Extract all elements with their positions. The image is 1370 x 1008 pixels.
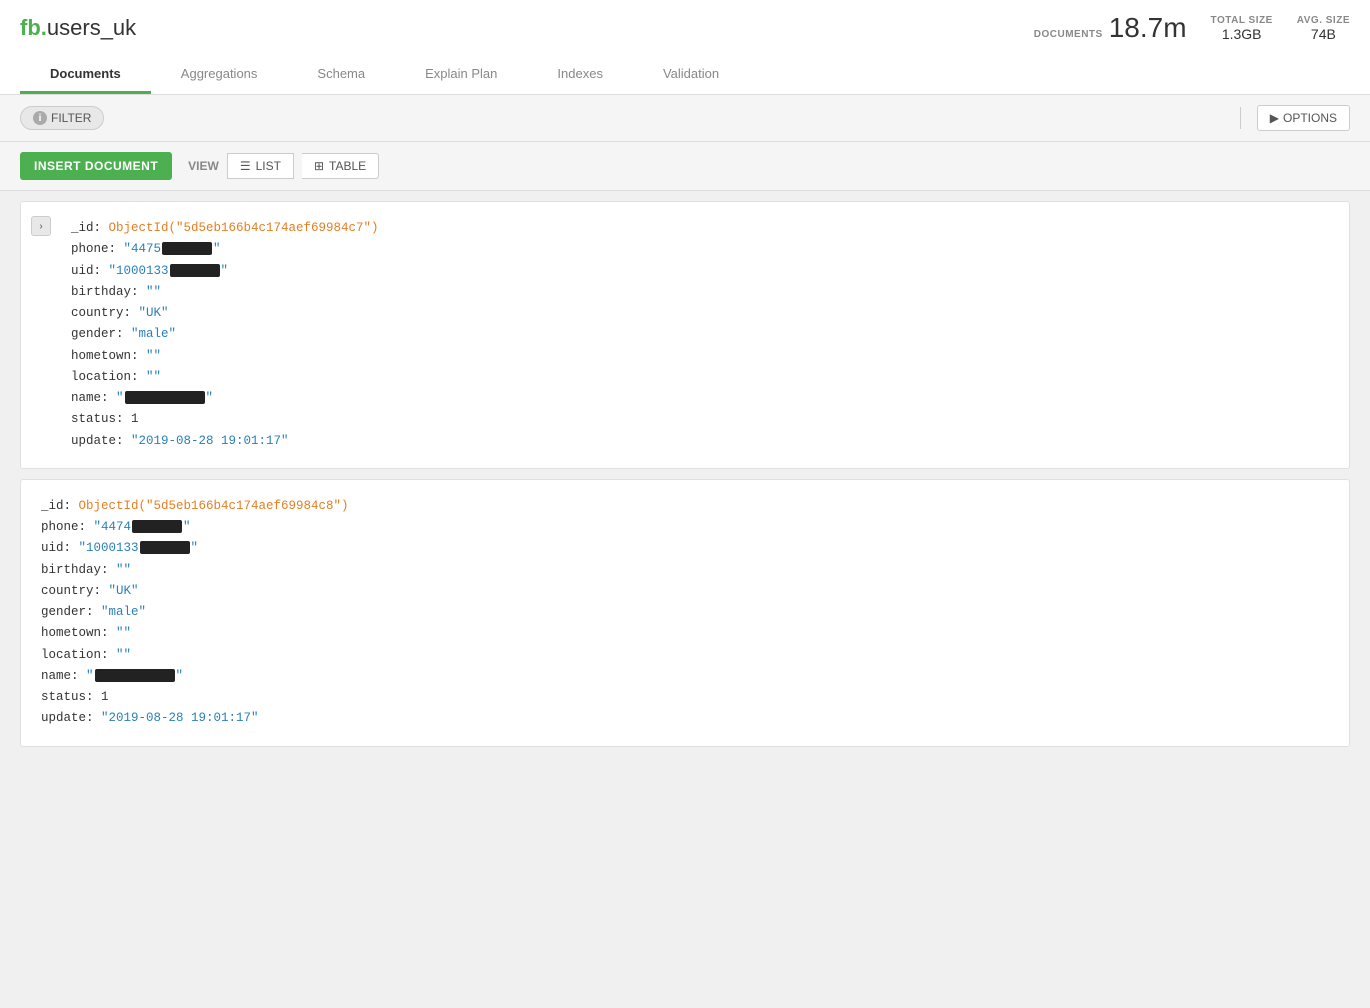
total-size-value: 1.3GB [1211,26,1273,42]
list-view-button[interactable]: ☰ LIST [227,153,294,179]
field-gender: gender: "male" [41,602,1333,623]
insert-document-button[interactable]: INSERT DOCUMENT [20,152,172,180]
table-label: TABLE [329,159,366,173]
redacted-uid [170,264,220,277]
documents-value: 18.7m [1109,12,1187,44]
avg-size-label: AVG. SIZE [1297,15,1350,26]
options-button[interactable]: ▶ OPTIONS [1257,105,1350,131]
filter-button[interactable]: i FILTER [20,106,104,130]
header: fb.users_uk DOCUMENTS 18.7m TOTAL SIZE 1… [0,0,1370,95]
tab-aggregations[interactable]: Aggregations [151,56,288,94]
avg-size-stat: AVG. SIZE 74B [1297,15,1350,42]
total-size-label: TOTAL SIZE [1211,15,1273,26]
redacted-uid [140,541,190,554]
tab-validation[interactable]: Validation [633,56,749,94]
field-id: _id: ObjectId("5d5eb166b4c174aef69984c8"… [41,496,1333,517]
field-update: update: "2019-08-28 19:01:17" [71,431,1333,452]
field-birthday: birthday: "" [71,282,1333,303]
field-country: country: "UK" [41,581,1333,602]
document-content: _id: ObjectId("5d5eb166b4c174aef69984c7"… [71,218,1333,452]
list-icon: ☰ [240,159,251,173]
redacted-phone [162,242,212,255]
toolbar: INSERT DOCUMENT VIEW ☰ LIST ⊞ TABLE [0,142,1370,191]
collection-name: users_uk [47,15,136,40]
options-label: OPTIONS [1283,111,1337,125]
field-phone: phone: "4474" [41,517,1333,538]
filter-label: FILTER [51,111,91,125]
table-view-button[interactable]: ⊞ TABLE [302,153,379,179]
redacted-name [125,391,205,404]
field-country: country: "UK" [71,303,1333,324]
documents-area: › _id: ObjectId("5d5eb166b4c174aef69984c… [0,191,1370,767]
field-hometown: hometown: "" [71,346,1333,367]
tab-documents[interactable]: Documents [20,56,151,94]
field-id: _id: ObjectId("5d5eb166b4c174aef69984c7"… [71,218,1333,239]
tabs: Documents Aggregations Schema Explain Pl… [20,56,1350,94]
collection-prefix: fb. [20,15,47,40]
triangle-right-icon: ▶ [1270,111,1279,125]
expand-button[interactable]: › [31,216,51,236]
documents-label: DOCUMENTS [1034,29,1103,40]
documents-stat: DOCUMENTS 18.7m [1034,12,1187,44]
field-uid: uid: "1000133" [71,261,1333,282]
table-icon: ⊞ [314,159,324,173]
list-label: LIST [256,159,281,173]
field-name: name: "" [41,666,1333,687]
field-phone: phone: "4475" [71,239,1333,260]
redacted-phone [132,520,182,533]
header-stats: DOCUMENTS 18.7m TOTAL SIZE 1.3GB AVG. SI… [1034,12,1350,44]
field-birthday: birthday: "" [41,560,1333,581]
redacted-name [95,669,175,682]
field-update: update: "2019-08-28 19:01:17" [41,708,1333,729]
filter-divider [1240,107,1241,129]
expand-icon: › [39,221,42,232]
tab-indexes[interactable]: Indexes [527,56,633,94]
avg-size-value: 74B [1297,26,1350,42]
field-location: location: "" [41,645,1333,666]
field-hometown: hometown: "" [41,623,1333,644]
tab-explain-plan[interactable]: Explain Plan [395,56,527,94]
field-name: name: "" [71,388,1333,409]
info-icon: i [33,111,47,125]
field-location: location: "" [71,367,1333,388]
filter-input[interactable] [114,111,1223,126]
collection-title: fb.users_uk [20,15,136,41]
field-uid: uid: "1000133" [41,538,1333,559]
document-card: _id: ObjectId("5d5eb166b4c174aef69984c8"… [20,479,1350,747]
field-status: status: 1 [41,687,1333,708]
filter-bar: i FILTER ▶ OPTIONS [0,95,1370,142]
document-card: › _id: ObjectId("5d5eb166b4c174aef69984c… [20,201,1350,469]
document-content: _id: ObjectId("5d5eb166b4c174aef69984c8"… [41,496,1333,730]
total-size-stat: TOTAL SIZE 1.3GB [1211,15,1273,42]
field-gender: gender: "male" [71,324,1333,345]
field-status: status: 1 [71,409,1333,430]
tab-schema[interactable]: Schema [287,56,395,94]
view-label: VIEW [188,159,219,173]
